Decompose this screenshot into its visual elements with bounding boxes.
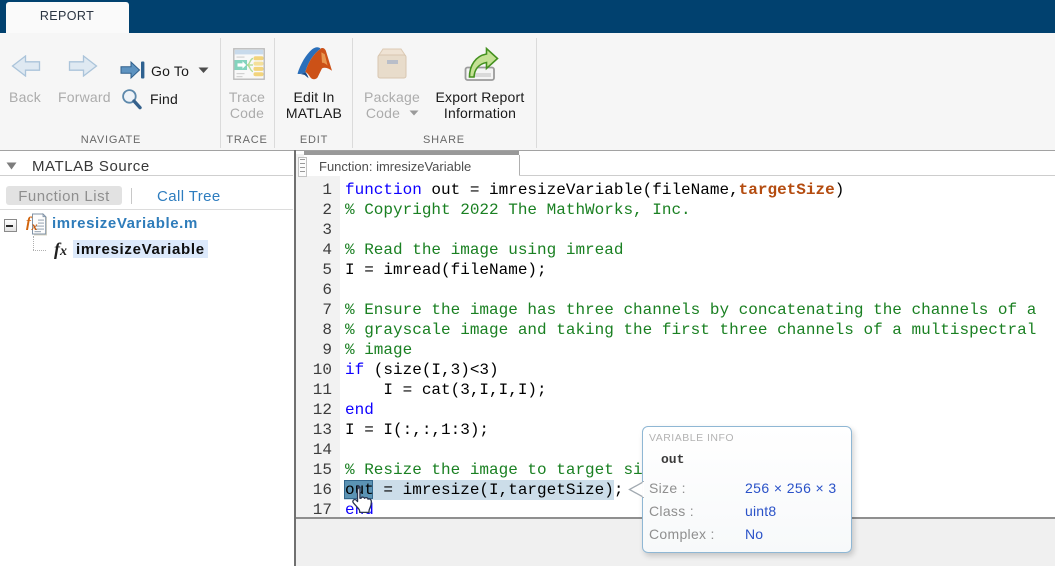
svg-text:x: x (31, 219, 38, 233)
